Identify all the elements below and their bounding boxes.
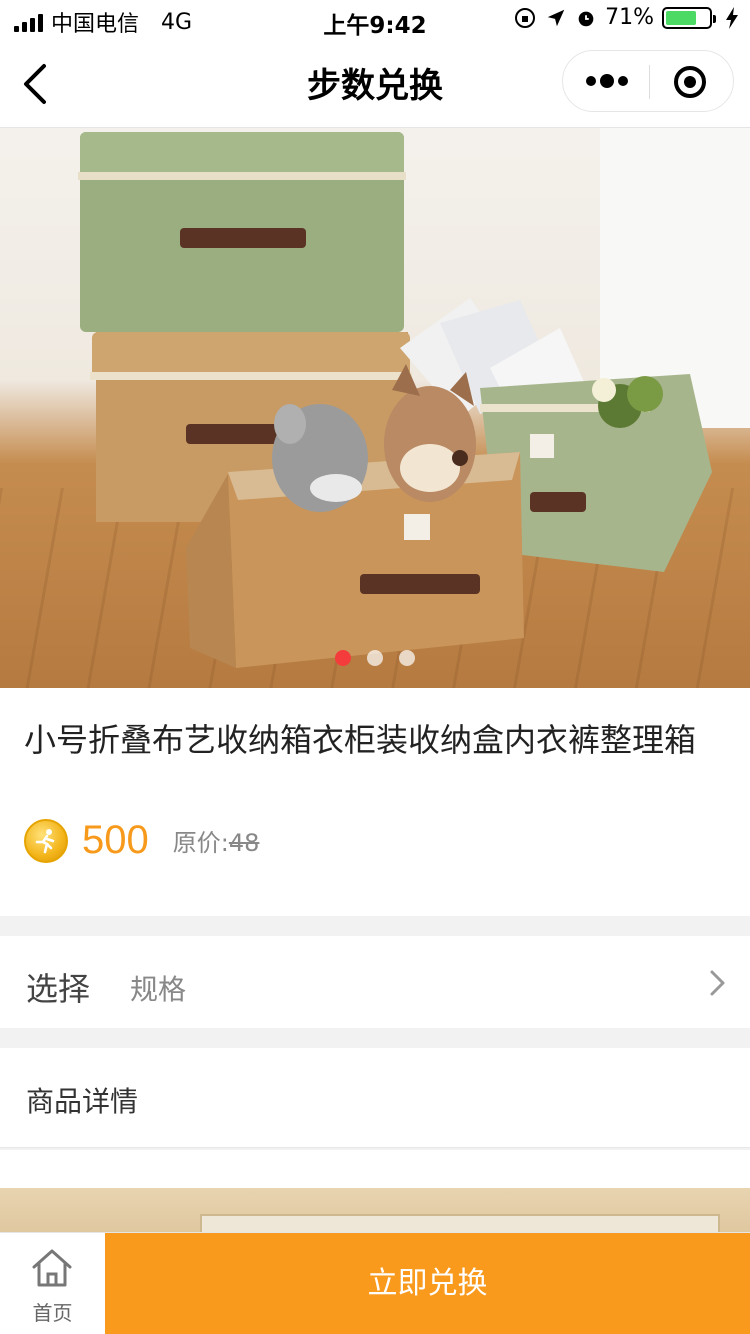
carousel-dot[interactable] bbox=[399, 650, 415, 666]
location-icon bbox=[547, 9, 565, 26]
original-price-label: 原价: bbox=[172, 829, 229, 857]
price-row: 500 原价:48 bbox=[24, 818, 259, 863]
step-coin-icon bbox=[24, 818, 68, 863]
carousel-indicators bbox=[0, 650, 750, 666]
bottom-bar: 首页 立即兑换 bbox=[0, 1232, 750, 1334]
product-detail-header: 商品详情 bbox=[0, 1048, 750, 1148]
exchange-now-button[interactable]: 立即兑换 bbox=[105, 1233, 750, 1334]
chevron-right-icon bbox=[710, 970, 725, 996]
status-right: 71% bbox=[513, 5, 738, 30]
battery-fill bbox=[666, 10, 696, 25]
battery-icon bbox=[662, 6, 716, 29]
home-icon bbox=[32, 1249, 72, 1287]
original-price: 原价:48 bbox=[173, 823, 260, 858]
spec-value: 规格 bbox=[130, 973, 187, 1006]
target-icon[interactable] bbox=[673, 65, 707, 99]
more-dots-icon[interactable] bbox=[585, 70, 629, 92]
nav-bar: 步数兑换 bbox=[0, 40, 750, 128]
home-label: 首页 bbox=[32, 1301, 73, 1325]
orientation-lock-icon bbox=[515, 7, 536, 28]
status-bar: 中国电信 4G 上午9:42 71% bbox=[0, 0, 750, 40]
product-title: 小号折叠布艺收纳箱衣柜装收纳盒内衣裤整理箱 bbox=[24, 721, 697, 759]
product-photo bbox=[78, 128, 750, 668]
original-price-value: 48 bbox=[228, 829, 260, 857]
carousel-dot[interactable] bbox=[335, 650, 351, 666]
capsule-divider bbox=[649, 65, 650, 99]
home-tab[interactable]: 首页 bbox=[0, 1233, 105, 1334]
carousel-dot[interactable] bbox=[367, 650, 383, 666]
alarm-icon bbox=[578, 11, 594, 26]
exchange-price: 500 bbox=[82, 818, 149, 862]
page: 中国电信 4G 上午9:42 71% 步数兑换 小号折叠布艺收纳箱衣柜装收纳盒内… bbox=[0, 0, 750, 1334]
battery-percent: 71% bbox=[605, 5, 654, 30]
product-image-carousel[interactable] bbox=[0, 128, 750, 688]
product-info: 小号折叠布艺收纳箱衣柜装收纳盒内衣裤整理箱 500 原价:48 bbox=[0, 688, 750, 916]
capsule-menu bbox=[562, 50, 734, 112]
detail-label: 商品详情 bbox=[26, 1085, 139, 1118]
select-label: 选择 bbox=[26, 970, 91, 1008]
charging-icon bbox=[726, 6, 738, 29]
select-spec-row[interactable]: 选择 规格 bbox=[0, 936, 750, 1028]
